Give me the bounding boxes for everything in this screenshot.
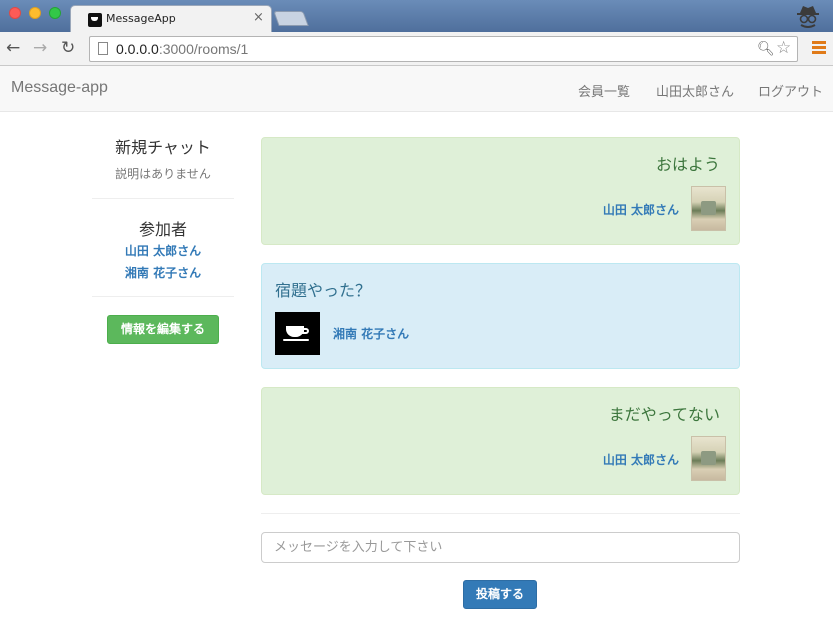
message-item: 宿題やった？ 湘南 花子さん — [261, 263, 740, 369]
member-link[interactable]: 山田 太郎さん — [92, 242, 234, 259]
app-navbar: Message-app 会員一覧 山田太郎さん ログアウト — [0, 66, 833, 112]
room-description: 説明はありません — [115, 167, 211, 181]
message-item: おはよう 山田 太郎さん — [261, 137, 740, 245]
window-titlebar: MessageApp × — [0, 0, 833, 33]
reload-icon[interactable]: ↻ — [61, 38, 75, 58]
members-list-link[interactable]: 会員一覧 — [578, 81, 630, 100]
zoom-window-button[interactable] — [49, 7, 61, 19]
message-input[interactable] — [261, 532, 740, 563]
message-author-link[interactable]: 山田 太郎さん — [603, 451, 679, 468]
room-title: 新規チャット — [115, 138, 211, 157]
current-user-link[interactable]: 山田太郎さん — [656, 81, 734, 100]
back-icon[interactable]: ← — [6, 38, 20, 58]
coffee-cup-icon — [88, 13, 102, 27]
tab-title: MessageApp — [106, 12, 176, 25]
members-heading: 参加者 — [138, 220, 187, 239]
divider — [92, 198, 234, 199]
minimize-window-button[interactable] — [29, 7, 41, 19]
message-text: 宿題やった？ — [275, 281, 372, 300]
divider — [261, 513, 740, 514]
forward-icon[interactable]: → — [33, 38, 47, 58]
edit-room-button[interactable]: 情報を編集する — [107, 315, 219, 344]
page-icon — [98, 42, 108, 55]
menu-icon[interactable] — [812, 41, 826, 55]
message-text: おはよう — [655, 155, 720, 174]
browser-tab[interactable]: MessageApp × — [70, 5, 272, 33]
logout-link[interactable]: ログアウト — [758, 81, 823, 100]
post-message-button[interactable]: 投稿する — [463, 580, 537, 609]
close-window-button[interactable] — [9, 7, 21, 19]
browser-toolbar: ← → ↻ 0.0.0.0:3000/rooms/1 🔍︎ ☆ — [0, 32, 833, 66]
bookmark-star-icon[interactable]: ☆ — [776, 38, 791, 58]
tab-close-icon[interactable]: × — [253, 10, 264, 25]
message-author-link[interactable]: 湘南 花子さん — [333, 325, 409, 342]
coffee-cup-saucer — [283, 339, 309, 341]
brand-link[interactable]: Message-app — [11, 79, 108, 97]
url-text[interactable]: 0.0.0.0:3000/rooms/1 — [116, 41, 248, 57]
new-tab-button[interactable] — [273, 11, 309, 26]
zoom-icon[interactable]: 🔍︎ — [757, 41, 775, 57]
coffee-cup-handle — [302, 328, 309, 334]
message-author-link[interactable]: 山田 太郎さん — [603, 201, 679, 218]
incognito-icon — [797, 6, 819, 28]
avatar — [691, 186, 726, 231]
address-bar[interactable]: 0.0.0.0:3000/rooms/1 🔍︎ ☆ — [89, 36, 798, 62]
message-text: まだやってない — [608, 405, 720, 424]
message-item: まだやってない 山田 太郎さん — [261, 387, 740, 495]
avatar — [691, 436, 726, 481]
avatar — [275, 312, 320, 355]
divider — [92, 296, 234, 297]
member-link[interactable]: 湘南 花子さん — [92, 264, 234, 281]
